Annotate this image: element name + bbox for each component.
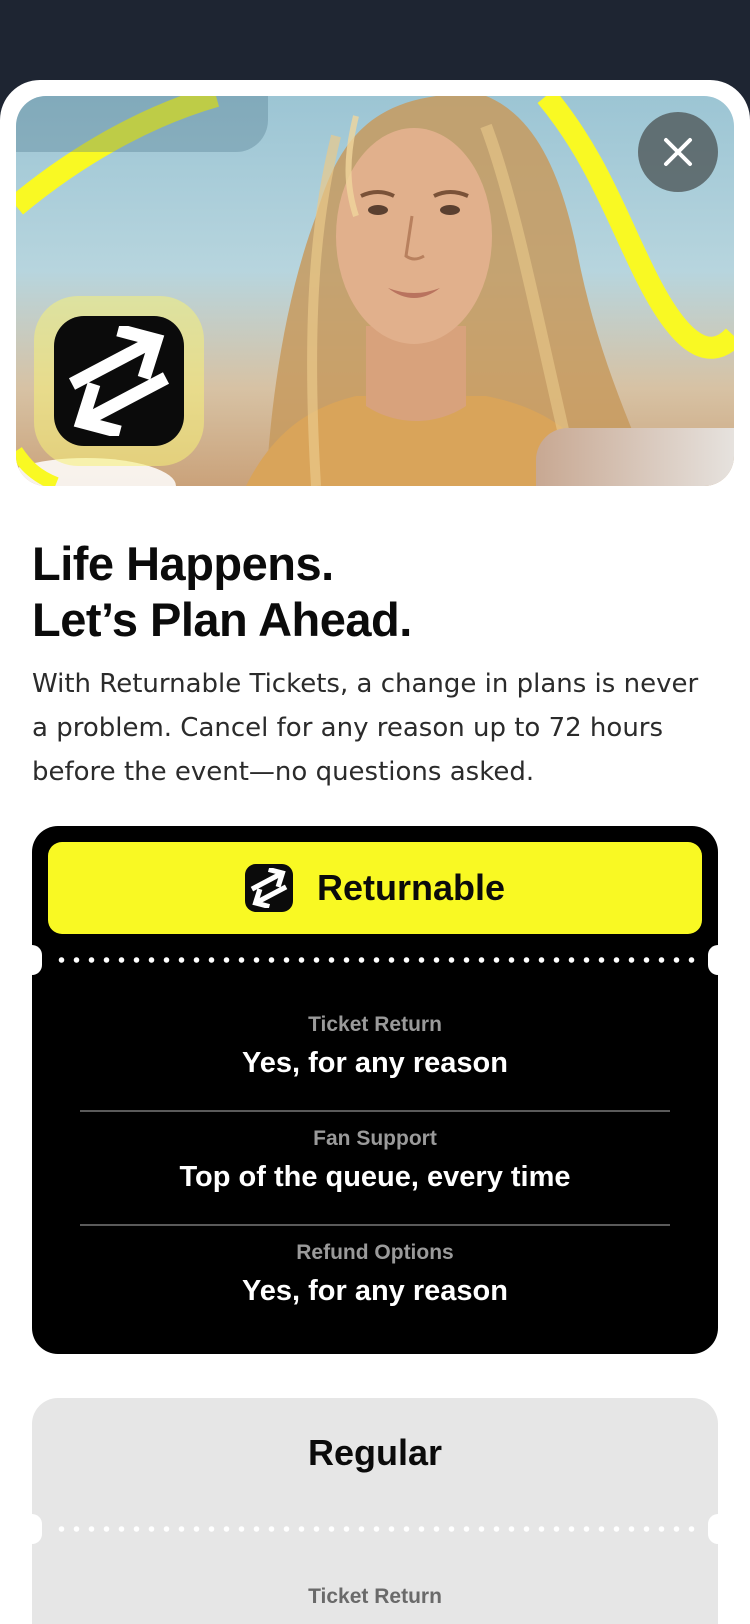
close-button[interactable]: [638, 112, 718, 192]
title-line-2: Let’s Plan Ahead.: [32, 593, 412, 646]
hero-corner-tab: [536, 428, 734, 486]
returnable-arrows-icon: [244, 864, 293, 912]
feature-row: Refund Options Yes, for any reason: [32, 1240, 718, 1310]
feature-label: Refund Options: [296, 1241, 454, 1264]
app-logo-badge: [34, 296, 204, 466]
feature-row: Fan Support Top of the queue, every time: [32, 1126, 718, 1196]
feature-label: Fan Support: [313, 1127, 437, 1150]
returnable-arrows-icon: [54, 316, 184, 446]
page-title: Life Happens. Let’s Plan Ahead.: [32, 536, 722, 648]
ticket-notch: [708, 1514, 728, 1544]
regular-option-card[interactable]: Regular Ticket Return: [22, 1398, 728, 1624]
regular-card-title: Regular: [307, 1432, 443, 1473]
row-divider: [80, 1110, 670, 1112]
ticket-notch: [22, 1514, 42, 1544]
perforation-divider: [54, 1526, 696, 1532]
feature-row: Ticket Return: [32, 1584, 718, 1610]
close-icon: [664, 138, 692, 166]
returnable-option-card[interactable]: Returnable Ticket Return Yes, for any re…: [22, 826, 728, 1354]
ticket-notch: [708, 945, 728, 975]
hero-image: [16, 96, 734, 486]
returnable-modal-sheet: Life Happens. Let’s Plan Ahead. With Ret…: [0, 80, 750, 1624]
feature-label: Ticket Return: [308, 1585, 442, 1608]
row-divider: [80, 1224, 670, 1226]
ticket-notch: [22, 945, 42, 975]
feature-label: Ticket Return: [308, 1013, 442, 1036]
perforation-divider: [54, 957, 696, 963]
feature-value: Yes, for any reason: [242, 1047, 508, 1079]
returnable-card-title: Returnable: [316, 867, 506, 908]
description-text: With Returnable Tickets, a change in pla…: [32, 669, 699, 787]
feature-value: Top of the queue, every time: [179, 1161, 571, 1193]
title-line-1: Life Happens.: [32, 537, 334, 590]
feature-row: Ticket Return Yes, for any reason: [32, 1012, 718, 1082]
hero-corner-tab: [16, 96, 268, 152]
feature-value: Yes, for any reason: [242, 1275, 508, 1307]
returnable-card-header: Returnable: [48, 842, 702, 934]
status-bar-area: [0, 0, 750, 80]
